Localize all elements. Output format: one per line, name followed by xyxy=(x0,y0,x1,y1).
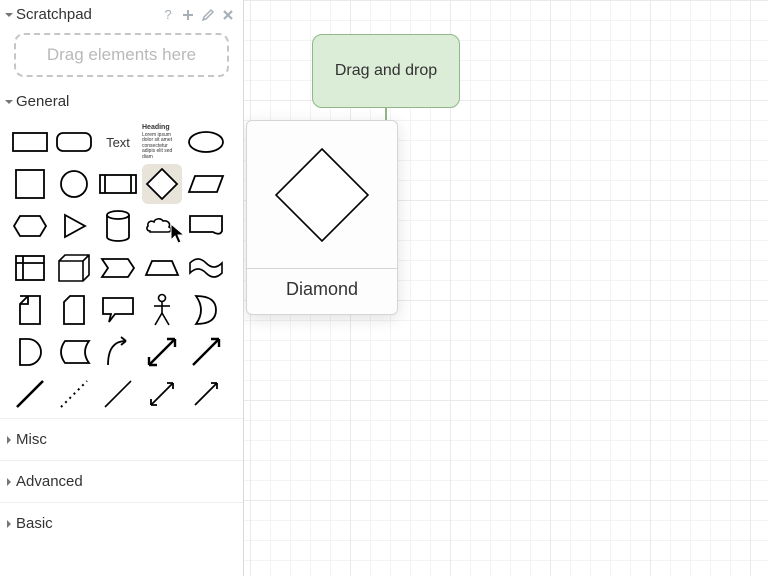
shape-tape[interactable] xyxy=(186,248,226,288)
shape-heading-block[interactable]: HeadingLorem ipsum dolor sit amet consec… xyxy=(142,122,182,162)
shape-directional-connector[interactable] xyxy=(186,374,226,414)
shape-internal-storage[interactable] xyxy=(10,248,50,288)
misc-label: Misc xyxy=(16,431,47,448)
scratchpad-header[interactable]: Scratchpad ? xyxy=(0,0,243,29)
chevron-right-icon xyxy=(2,435,16,445)
canvas-wrap: Drag and drop Diamond xyxy=(244,0,768,576)
shape-hexagon[interactable] xyxy=(10,206,50,246)
basic-label: Basic xyxy=(16,515,53,532)
shape-arrow[interactable] xyxy=(186,332,226,372)
shape-link-solid[interactable] xyxy=(10,374,50,414)
help-icon[interactable]: ? xyxy=(161,8,175,22)
shape-cube[interactable] xyxy=(54,248,94,288)
shape-circle[interactable] xyxy=(54,164,94,204)
scratchpad-dropzone[interactable]: Drag elements here xyxy=(14,33,229,77)
advanced-section-header[interactable]: Advanced xyxy=(0,460,243,502)
close-icon[interactable] xyxy=(221,8,235,22)
scratchpad-placeholder: Drag elements here xyxy=(47,45,196,65)
app-root: Scratchpad ? Drag elements here General … xyxy=(0,0,768,576)
shape-curve-arrow[interactable] xyxy=(98,332,138,372)
shape-or-gate[interactable] xyxy=(186,290,226,330)
shape-preview-tooltip: Diamond xyxy=(246,120,398,315)
shape-data-storage[interactable] xyxy=(54,332,94,372)
plus-icon[interactable] xyxy=(181,8,195,22)
chevron-down-icon xyxy=(2,10,16,20)
advanced-label: Advanced xyxy=(16,473,83,490)
shape-actor[interactable] xyxy=(142,290,182,330)
node-label: Drag and drop xyxy=(335,62,437,80)
canvas-node-drag-and-drop[interactable]: Drag and drop xyxy=(312,34,460,108)
shape-ellipse[interactable] xyxy=(186,122,226,162)
shape-callout[interactable] xyxy=(98,290,138,330)
chevron-right-icon xyxy=(2,519,16,529)
shape-rounded-rectangle[interactable] xyxy=(54,122,94,162)
chevron-right-icon xyxy=(2,477,16,487)
shape-line-thin[interactable] xyxy=(98,374,138,414)
shape-bidirectional-arrow[interactable] xyxy=(142,332,182,372)
general-section-header[interactable]: General xyxy=(0,87,243,116)
shape-step[interactable] xyxy=(98,248,138,288)
shape-triangle[interactable] xyxy=(54,206,94,246)
general-section-label: General xyxy=(16,93,235,110)
shape-note[interactable] xyxy=(10,290,50,330)
basic-section-header[interactable]: Basic xyxy=(0,502,243,544)
shape-cylinder[interactable] xyxy=(98,206,138,246)
shapes-palette: Text HeadingLorem ipsum dolor sit amet c… xyxy=(0,116,243,418)
misc-section-header[interactable]: Misc xyxy=(0,418,243,460)
heading-label: Heading xyxy=(142,124,182,132)
shape-link-dashed[interactable] xyxy=(54,374,94,414)
shape-text[interactable]: Text xyxy=(98,122,138,162)
shape-rectangle[interactable] xyxy=(10,122,50,162)
shape-and-gate[interactable] xyxy=(10,332,50,372)
shape-square[interactable] xyxy=(10,164,50,204)
shape-parallelogram[interactable] xyxy=(186,164,226,204)
shapes-sidebar: Scratchpad ? Drag elements here General … xyxy=(0,0,244,576)
preview-shape-diamond xyxy=(247,121,397,269)
scratchpad-title: Scratchpad xyxy=(16,6,161,23)
shape-card[interactable] xyxy=(54,290,94,330)
heading-body: Lorem ipsum dolor sit amet consectetur a… xyxy=(142,132,172,160)
shape-cloud[interactable] xyxy=(142,206,182,246)
shape-diamond[interactable] xyxy=(142,164,182,204)
pencil-icon[interactable] xyxy=(201,8,215,22)
chevron-down-icon xyxy=(2,97,16,107)
shape-document[interactable] xyxy=(186,206,226,246)
shape-trapezoid[interactable] xyxy=(142,248,182,288)
svg-text:?: ? xyxy=(164,8,171,22)
shape-process[interactable] xyxy=(98,164,138,204)
preview-caption: Diamond xyxy=(247,269,397,314)
shape-bidirectional-connector[interactable] xyxy=(142,374,182,414)
